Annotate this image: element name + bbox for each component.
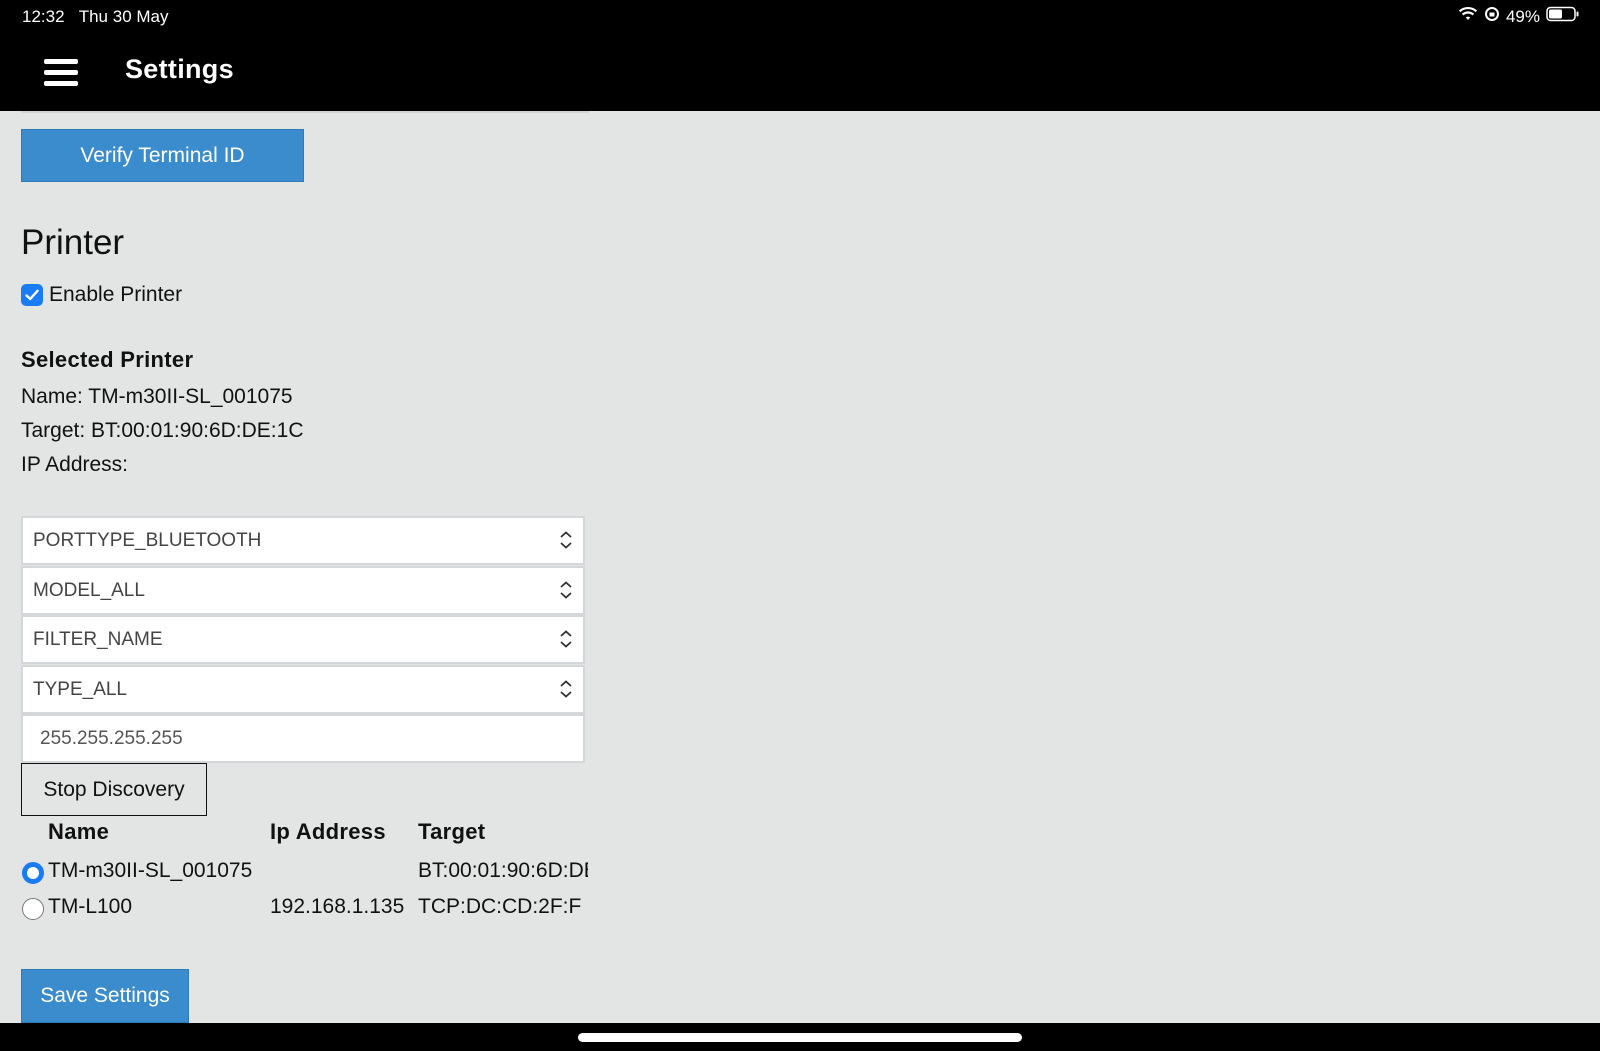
printer-name-cell: TM-m30II-SL_001075 [48, 859, 253, 882]
printer-target-cell: TCP:DC:CD:2F:F [418, 895, 582, 918]
status-time: 12:32 Thu 30 May [22, 7, 168, 27]
check-icon [25, 289, 39, 301]
page-title: Settings [125, 54, 234, 84]
enable-printer-checkbox[interactable] [21, 284, 43, 306]
wifi-icon [1458, 6, 1478, 27]
app-bar: Settings [0, 34, 1600, 111]
model-select[interactable]: MODEL_ALL [21, 566, 585, 615]
save-settings-button[interactable]: Save Settings [21, 969, 189, 1023]
device-type-select[interactable]: TYPE_ALL [21, 665, 585, 714]
status-date: Thu 30 May [78, 7, 169, 26]
select-arrows-icon [560, 630, 572, 648]
device-type-value: TYPE_ALL [33, 678, 127, 700]
status-bar: 12:32 Thu 30 May 49% [0, 0, 1600, 34]
select-arrows-icon [560, 581, 572, 599]
table-header-target: Target [418, 819, 486, 844]
selected-printer-target: Target: BT:00:01:90:6D:DE:1C [21, 419, 304, 442]
printer-radio-1[interactable] [22, 862, 44, 884]
port-type-value: PORTTYPE_BLUETOOTH [33, 529, 262, 551]
enable-printer-row[interactable]: Enable Printer [21, 283, 182, 307]
home-indicator-area [0, 1023, 1600, 1051]
port-type-select[interactable]: PORTTYPE_BLUETOOTH [21, 516, 585, 565]
broadcast-ip-value: 255.255.255.255 [40, 727, 183, 749]
filter-select[interactable]: FILTER_NAME [21, 615, 585, 664]
table-header-ip: Ip Address [270, 819, 386, 844]
battery-percent: 49% [1505, 6, 1540, 26]
printer-section-title: Printer [21, 223, 125, 262]
rotation-lock-icon [1484, 6, 1500, 27]
printer-radio-2[interactable] [22, 898, 44, 920]
model-value: MODEL_ALL [33, 579, 145, 601]
printer-target-cell: BT:00:01:90:6D:DE:1C [418, 859, 588, 882]
select-arrows-icon [560, 531, 572, 549]
select-arrows-icon [560, 680, 572, 698]
home-indicator[interactable] [578, 1033, 1022, 1042]
filter-value: FILTER_NAME [33, 628, 163, 650]
printer-ip-cell: 192.168.1.135 [270, 895, 405, 918]
status-indicators: 49% [1458, 6, 1580, 27]
broadcast-ip-input[interactable]: 255.255.255.255 [21, 714, 585, 763]
hamburger-menu-icon[interactable] [44, 59, 78, 89]
settings-content[interactable]: Verify Terminal ID Printer Enable Printe… [0, 111, 1600, 1023]
selected-printer-ip: IP Address: [21, 453, 129, 476]
enable-printer-label: Enable Printer [49, 283, 183, 306]
selected-printer-name: Name: TM-m30II-SL_001075 [21, 385, 293, 408]
stop-discovery-button[interactable]: Stop Discovery [21, 763, 207, 816]
selected-printer-heading: Selected Printer [21, 347, 194, 372]
battery-icon [1546, 6, 1580, 27]
terminal-id-input[interactable] [21, 111, 589, 113]
printer-name-cell: TM-L100 [48, 895, 133, 918]
clock-time: 12:32 [22, 7, 65, 26]
verify-terminal-id-button[interactable]: Verify Terminal ID [21, 129, 304, 182]
table-header-name: Name [48, 819, 110, 844]
